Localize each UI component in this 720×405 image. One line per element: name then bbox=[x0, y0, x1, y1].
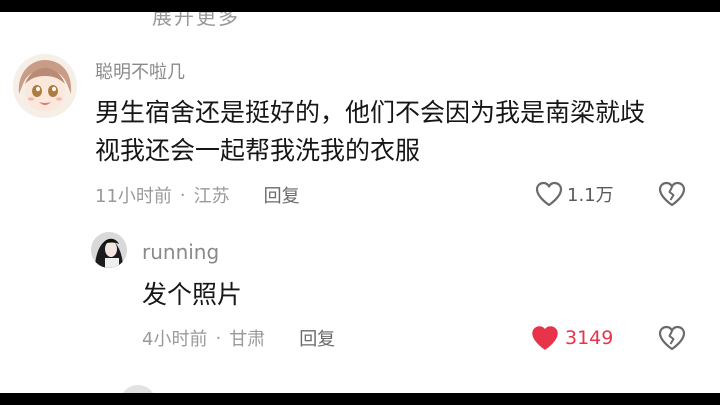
avatar[interactable] bbox=[13, 54, 77, 118]
reply-button[interactable]: 回复 bbox=[264, 182, 300, 208]
avatar[interactable] bbox=[91, 232, 127, 268]
comment-time: 4小时前 bbox=[142, 329, 208, 350]
meta-separator: · bbox=[179, 184, 186, 206]
like-count: 3149 bbox=[565, 327, 614, 349]
comment-location: 甘肃 bbox=[229, 329, 266, 350]
user-photo-avatar-icon bbox=[91, 232, 127, 268]
broken-heart-icon bbox=[658, 325, 686, 351]
comment-username[interactable]: 聪明不啦几 bbox=[95, 58, 185, 84]
comment-location: 江苏 bbox=[193, 186, 230, 207]
reply-button[interactable]: 回复 bbox=[299, 325, 335, 351]
avatar[interactable] bbox=[120, 385, 156, 393]
dislike-button[interactable] bbox=[658, 181, 686, 207]
like-count: 1.1万 bbox=[567, 185, 614, 206]
comment-username[interactable]: running bbox=[142, 240, 219, 264]
comment-time: 11小时前 bbox=[95, 186, 172, 207]
meta-separator: · bbox=[215, 327, 222, 349]
like-button[interactable]: 3149 bbox=[531, 325, 613, 351]
heart-filled-icon bbox=[531, 325, 559, 351]
screen: 展开更多 聪明不啦几 男生宿舍还是挺好的，他们不会因为我是南梁就歧 视我还会一起… bbox=[0, 0, 720, 405]
comment-text-line: 男生宿舍还是挺好的，他们不会因为我是南梁就歧 bbox=[95, 98, 646, 127]
comment-text-line: 视我还会一起帮我洗我的衣服 bbox=[95, 136, 421, 165]
dislike-button[interactable] bbox=[658, 325, 686, 351]
anime-girl-avatar-icon bbox=[13, 54, 77, 118]
comment-meta: 11小时前 · 江苏 回复 bbox=[95, 182, 300, 208]
heart-icon bbox=[535, 181, 563, 207]
comment-text: 男生宿舍还是挺好的，他们不会因为我是南梁就歧 视我还会一起帮我洗我的衣服 bbox=[95, 94, 695, 170]
like-button[interactable]: 1.1万 bbox=[535, 181, 614, 207]
comment-text: 发个照片 bbox=[142, 280, 243, 309]
broken-heart-icon bbox=[658, 181, 686, 207]
expand-more-link[interactable]: 展开更多 bbox=[152, 12, 240, 30]
comment-list[interactable]: 展开更多 聪明不啦几 男生宿舍还是挺好的，他们不会因为我是南梁就歧 视我还会一起… bbox=[0, 12, 720, 393]
comment-meta: 4小时前 · 甘肃 回复 bbox=[142, 325, 335, 351]
